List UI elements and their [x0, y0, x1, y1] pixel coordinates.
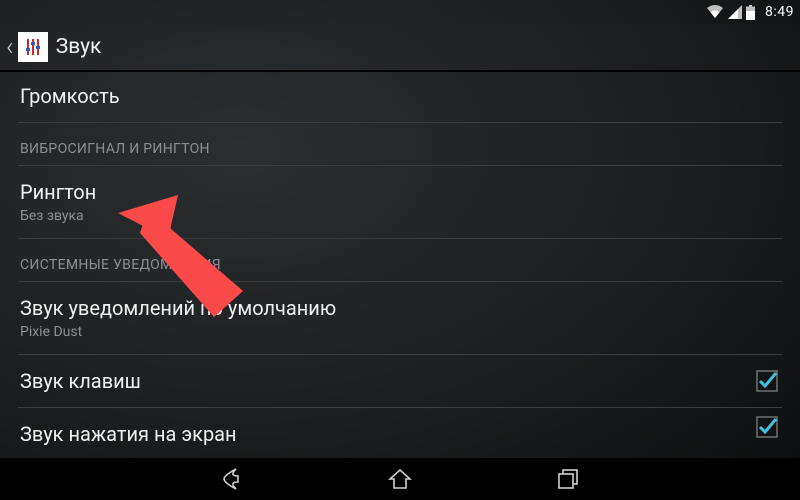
back-icon[interactable]: ‹ — [4, 34, 16, 60]
nav-home-icon[interactable] — [386, 465, 414, 493]
nav-bar — [0, 458, 800, 500]
wifi-icon — [706, 5, 724, 19]
action-bar: ‹ Звук — [0, 24, 800, 72]
section-vibration-ringtone: ВИБРОСИГНАЛ И РИНГТОН — [18, 123, 782, 166]
row-value: Pixie Dust — [20, 324, 780, 340]
checkbox-icon[interactable] — [756, 370, 778, 392]
row-label: Звук уведомлений по умолчанию — [20, 296, 780, 320]
row-label: Звук нажатия на экран — [20, 422, 780, 446]
section-system-notifications: СИСТЕМНЫЕ УВЕДОМЛЕНИЯ — [18, 239, 782, 282]
checkbox-icon[interactable] — [756, 416, 778, 438]
row-label: Рингтон — [20, 180, 780, 204]
app-icon[interactable] — [18, 32, 48, 62]
row-ringtone[interactable]: Рингтон Без звука — [18, 166, 782, 239]
row-volume[interactable]: Громкость — [18, 70, 782, 123]
nav-back-icon[interactable] — [218, 465, 246, 493]
battery-icon — [746, 5, 755, 20]
row-default-notification[interactable]: Звук уведомлений по умолчанию Pixie Dust — [18, 282, 782, 355]
row-touch-sounds[interactable]: Звук нажатия на экран — [18, 408, 782, 446]
nav-recents-icon[interactable] — [554, 465, 582, 493]
settings-list: Громкость ВИБРОСИГНАЛ И РИНГТОН Рингтон … — [0, 70, 800, 446]
status-bar: 8:49 — [0, 0, 800, 24]
row-value: Без звука — [20, 208, 780, 224]
signal-icon — [728, 5, 742, 19]
row-label: Звук клавиш — [20, 369, 780, 393]
page-title: Звук — [56, 35, 102, 59]
row-dial-pad-tones[interactable]: Звук клавиш — [18, 355, 782, 408]
status-clock: 8:49 — [765, 4, 794, 20]
row-label: Громкость — [20, 84, 780, 108]
